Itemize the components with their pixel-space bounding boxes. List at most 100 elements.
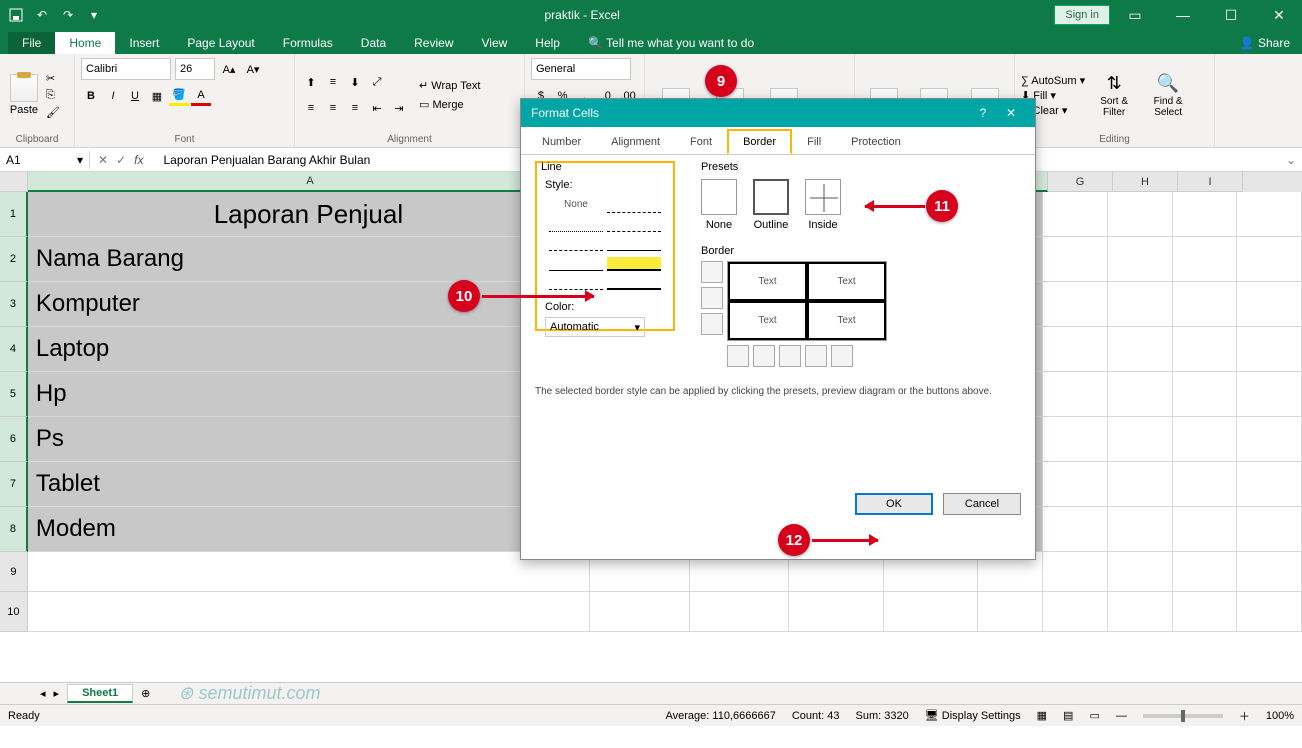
cell[interactable]	[690, 592, 790, 632]
shrink-font-icon[interactable]: A▾	[243, 59, 263, 79]
border-diag-up-button[interactable]	[727, 345, 749, 367]
ok-button[interactable]: OK	[855, 493, 933, 515]
cell[interactable]	[1237, 327, 1302, 372]
save-icon[interactable]	[8, 7, 24, 23]
cell[interactable]	[1108, 372, 1173, 417]
cell[interactable]	[1108, 592, 1173, 632]
format-painter-icon[interactable]: 🖌	[46, 106, 60, 119]
column-header[interactable]: I	[1178, 172, 1243, 192]
cell[interactable]	[1237, 417, 1302, 462]
view-normal-icon[interactable]: ▦	[1037, 709, 1047, 722]
row-header[interactable]: 6	[0, 417, 28, 462]
cell[interactable]	[1108, 507, 1173, 552]
cell[interactable]	[1237, 592, 1302, 632]
borders-button[interactable]: ▦	[147, 86, 167, 106]
share-button[interactable]: 👤 Share	[1228, 32, 1302, 54]
line-style-thick[interactable]	[607, 276, 661, 290]
copy-icon[interactable]: ⎘	[46, 89, 60, 102]
view-page-break-icon[interactable]: ▭	[1089, 709, 1099, 722]
align-bottom-icon[interactable]: ⬇	[345, 72, 365, 92]
line-style-list[interactable]: None	[545, 195, 665, 295]
tab-page-layout[interactable]: Page Layout	[173, 32, 268, 54]
tab-help[interactable]: Help	[521, 32, 574, 54]
select-all-corner[interactable]	[0, 172, 28, 192]
dlg-tab-number[interactable]: Number	[527, 130, 596, 154]
cell[interactable]	[28, 592, 590, 632]
border-left-button[interactable]	[753, 345, 775, 367]
cancel-button[interactable]: Cancel	[943, 493, 1021, 515]
bold-button[interactable]: B	[81, 86, 101, 106]
autosum-button[interactable]: ∑ AutoSum ▾	[1021, 74, 1085, 87]
increase-indent-icon[interactable]: ⇥	[389, 98, 409, 118]
zoom-out-icon[interactable]: —	[1116, 710, 1127, 722]
zoom-in-icon[interactable]: ＋	[1239, 708, 1250, 724]
number-format-combo[interactable]: General	[531, 58, 631, 80]
undo-icon[interactable]: ↶	[34, 7, 50, 23]
line-style-thin[interactable]	[607, 237, 661, 251]
cell[interactable]	[884, 592, 979, 632]
preset-none-button[interactable]: None	[701, 179, 737, 231]
cell[interactable]	[1237, 462, 1302, 507]
row-header[interactable]: 2	[0, 237, 28, 282]
border-preview[interactable]: Text Text Text Text	[727, 261, 887, 341]
cell[interactable]	[1237, 282, 1302, 327]
cell[interactable]: Modem	[28, 507, 590, 552]
minimize-icon[interactable]: —	[1160, 0, 1206, 30]
merge-button[interactable]: ▭ Merge	[419, 98, 480, 111]
cell[interactable]	[1043, 372, 1108, 417]
cell[interactable]	[1173, 592, 1238, 632]
cell[interactable]	[1173, 462, 1238, 507]
tab-data[interactable]: Data	[347, 32, 400, 54]
zoom-slider[interactable]	[1143, 714, 1223, 718]
dialog-titlebar[interactable]: Format Cells ? ✕	[521, 99, 1035, 127]
font-color-button[interactable]: A	[191, 86, 211, 106]
maximize-icon[interactable]: ☐	[1208, 0, 1254, 30]
align-left-icon[interactable]: ≡	[301, 98, 321, 118]
sort-filter-button[interactable]: ⇅Sort & Filter	[1089, 69, 1139, 122]
tab-view[interactable]: View	[468, 32, 522, 54]
cell[interactable]	[1108, 192, 1173, 237]
preset-outline-button[interactable]: Outline	[753, 179, 789, 231]
border-bottom-button[interactable]	[701, 313, 723, 335]
border-middle-button[interactable]	[701, 287, 723, 309]
cell[interactable]	[1043, 192, 1108, 237]
name-box[interactable]: A1▾	[0, 151, 90, 169]
line-style-dash3[interactable]	[549, 237, 603, 251]
fill-color-button[interactable]: 🪣	[169, 86, 189, 106]
align-top-icon[interactable]: ⬆	[301, 72, 321, 92]
cell[interactable]	[28, 552, 590, 592]
cell[interactable]	[1108, 552, 1173, 592]
cell[interactable]: Laporan Penjual	[28, 192, 590, 237]
tell-me-search[interactable]: 🔍 Tell me what you want to do	[574, 32, 768, 54]
cell[interactable]: Laptop	[28, 327, 590, 372]
line-style-dash1[interactable]	[607, 199, 661, 213]
cell[interactable]: Komputer	[28, 282, 590, 327]
cell[interactable]	[1108, 327, 1173, 372]
row-header[interactable]: 4	[0, 327, 28, 372]
preset-inside-button[interactable]: Inside	[805, 179, 841, 231]
column-header[interactable]: H	[1113, 172, 1178, 192]
cut-icon[interactable]: ✂	[46, 72, 60, 85]
border-top-button[interactable]	[701, 261, 723, 283]
ribbon-options-icon[interactable]: ▭	[1112, 0, 1158, 30]
column-header[interactable]: G	[1048, 172, 1113, 192]
qat-more-icon[interactable]: ▾	[86, 7, 102, 23]
cell[interactable]	[1043, 237, 1108, 282]
cell[interactable]	[1173, 237, 1238, 282]
row-header[interactable]: 1	[0, 192, 28, 237]
tab-insert[interactable]: Insert	[115, 32, 173, 54]
cell[interactable]	[1173, 192, 1238, 237]
cell[interactable]	[978, 592, 1043, 632]
line-style-med[interactable]	[549, 257, 603, 271]
cell[interactable]	[1173, 282, 1238, 327]
dialog-close-icon[interactable]: ✕	[997, 106, 1025, 120]
border-center-button[interactable]	[779, 345, 801, 367]
tab-formulas[interactable]: Formulas	[269, 32, 347, 54]
close-icon[interactable]: ✕	[1256, 0, 1302, 30]
line-style-selected[interactable]	[607, 257, 661, 271]
tab-file[interactable]: File	[8, 32, 55, 54]
dialog-help-icon[interactable]: ?	[969, 106, 997, 120]
italic-button[interactable]: I	[103, 86, 123, 106]
cell[interactable]	[789, 592, 884, 632]
redo-icon[interactable]: ↷	[60, 7, 76, 23]
